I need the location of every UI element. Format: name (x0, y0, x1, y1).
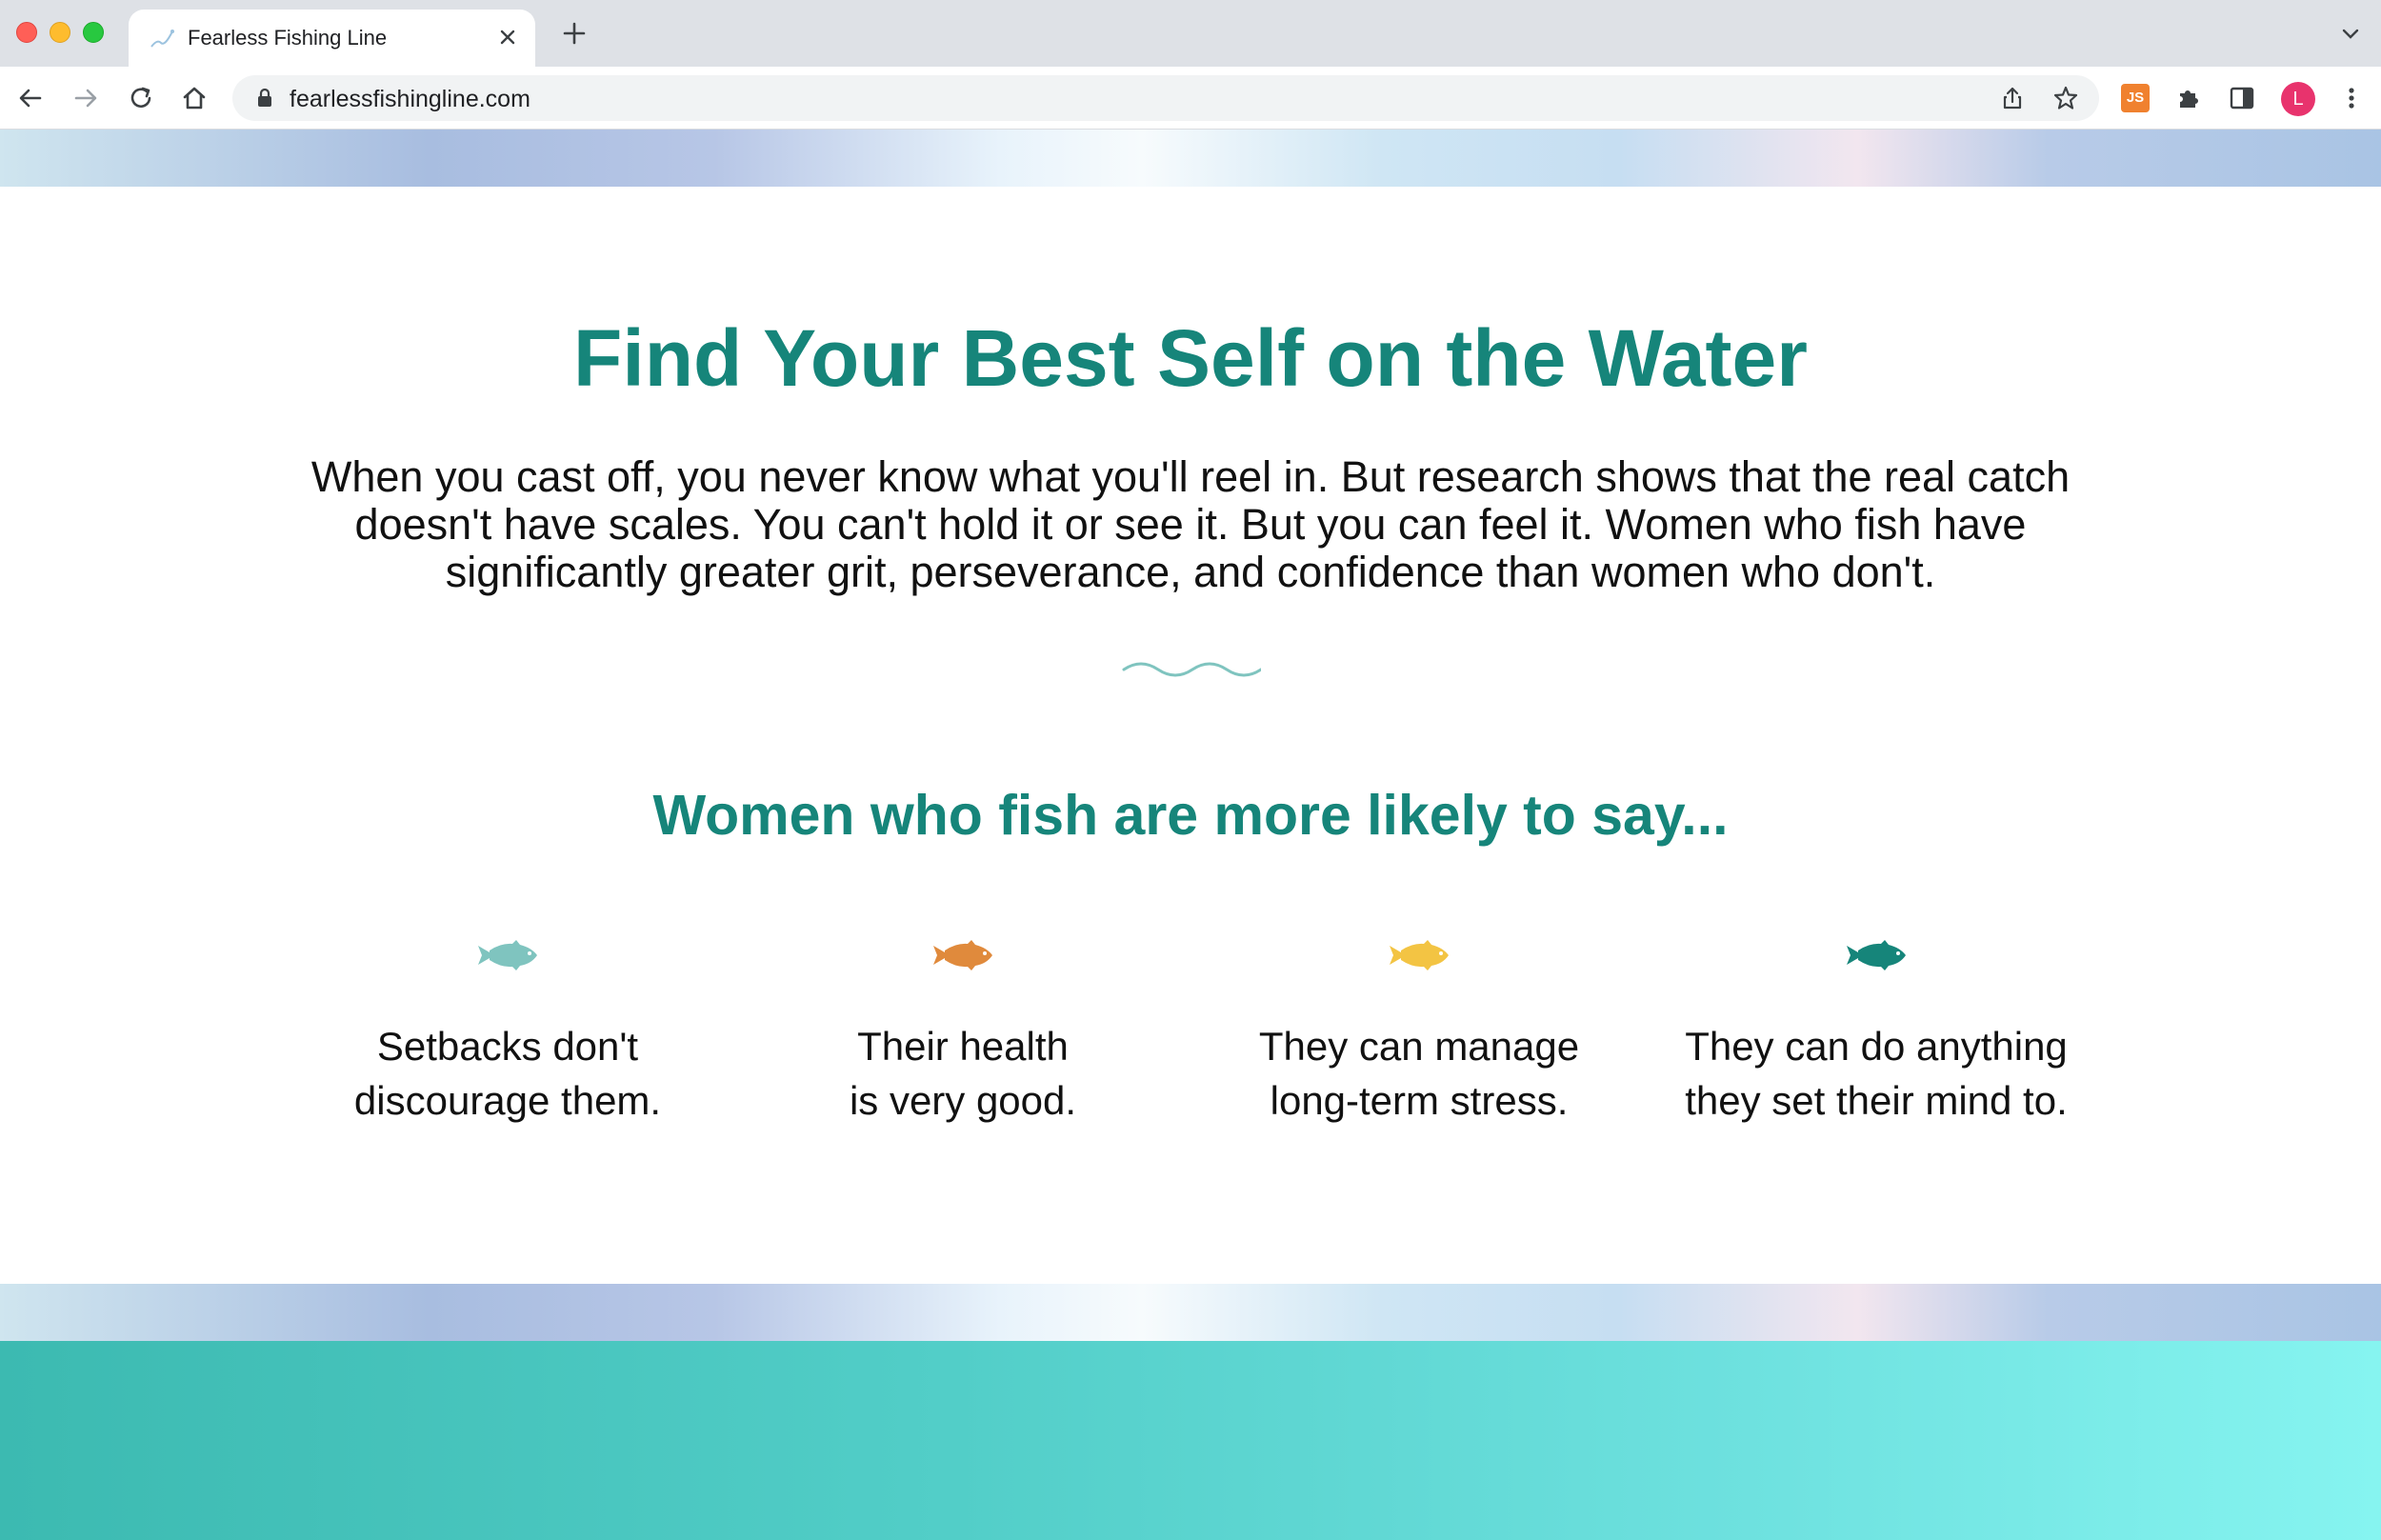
tab-title: Fearless Fishing Line (188, 26, 388, 50)
stat-line-2: is very good. (849, 1078, 1077, 1123)
lock-icon[interactable] (253, 87, 276, 110)
teal-water-section (0, 1341, 2381, 1540)
stat-line-2: discourage them. (353, 1078, 662, 1123)
decorative-water-band-bottom (0, 1284, 2381, 1341)
side-panel-icon[interactable] (2225, 81, 2259, 115)
share-icon[interactable] (1998, 84, 2027, 112)
stat-card-anything: They can do anything they set their mind… (1657, 939, 2095, 1128)
stat-card-setbacks: Setbacks don't discourage them. (289, 939, 727, 1128)
fish-icon (1390, 940, 1449, 970)
new-tab-plus-icon[interactable] (558, 17, 590, 50)
stat-line-1: They can do anything (1685, 1024, 2068, 1069)
stat-card-health: Their health is very good. (744, 939, 1182, 1128)
browser-tab-active[interactable]: Fearless Fishing Line (129, 10, 535, 67)
hero-paragraph: When you cast off, you never know what y… (310, 452, 2071, 596)
address-bar[interactable]: fearlessfishingline.com (232, 75, 2099, 121)
fishing-line-favicon-icon (148, 26, 176, 50)
fish-icon (933, 940, 992, 970)
stat-line-2: long-term stress. (1270, 1078, 1569, 1123)
stat-line-1: Their health (857, 1024, 1069, 1069)
stat-line-2: they set their mind to. (1685, 1078, 2068, 1123)
fish-icon (1847, 940, 1906, 970)
fish-icon (478, 940, 537, 970)
hero-title: Find Your Best Self on the Water (573, 313, 1808, 403)
reload-icon[interactable] (124, 81, 158, 115)
url-text[interactable]: fearlessfishingline.com (290, 86, 530, 112)
profile-avatar[interactable]: L (2281, 82, 2315, 116)
decorative-water-band-top (0, 130, 2381, 187)
maximize-window-button[interactable] (83, 22, 104, 43)
forward-arrow-icon[interactable] (69, 81, 103, 115)
tab-search-chevron-down-icon[interactable] (2337, 21, 2364, 48)
stat-card-stress: They can manage long-term stress. (1200, 939, 1638, 1128)
web-page: Find Your Best Self on the Water When yo… (0, 130, 2381, 1540)
back-arrow-icon[interactable] (13, 81, 48, 115)
minimize-window-button[interactable] (50, 22, 70, 43)
close-window-button[interactable] (16, 22, 37, 43)
stat-line-1: They can manage (1258, 1024, 1580, 1069)
browser-menu-kebab-icon[interactable] (2334, 81, 2369, 115)
extensions-puzzle-icon[interactable] (2171, 81, 2206, 115)
bookmark-star-icon[interactable] (2051, 84, 2080, 112)
stat-line-1: Setbacks don't (376, 1024, 639, 1069)
section-title: Women who fish are more likely to say... (652, 784, 1729, 847)
browser-toolbar: fearlessfishingline.com JS L (0, 67, 2381, 130)
js-extension-icon[interactable]: JS (2121, 84, 2150, 112)
browser-tab-bar: Fearless Fishing Line (0, 0, 2381, 67)
tab-close-icon[interactable] (493, 23, 522, 51)
wave-divider-icon (1122, 659, 1263, 680)
home-icon[interactable] (177, 81, 211, 115)
